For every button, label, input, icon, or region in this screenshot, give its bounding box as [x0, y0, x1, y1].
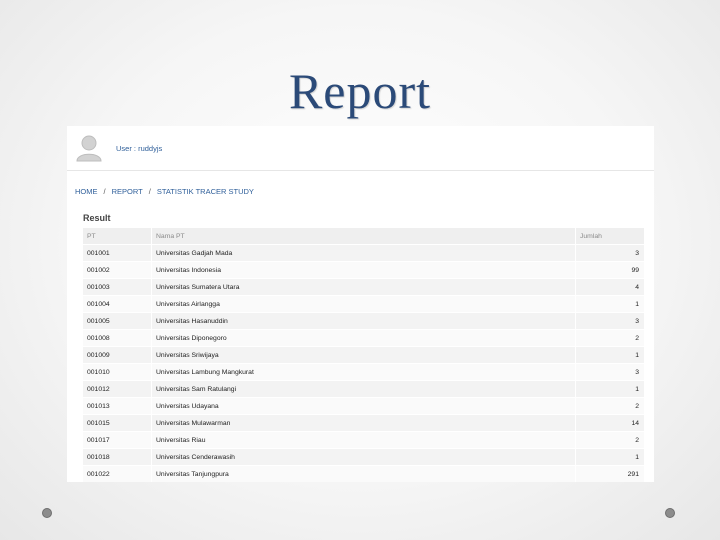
user-avatar-icon [76, 134, 102, 162]
table-row: 001010 Universitas Lambung Mangkurat 3 [83, 363, 645, 381]
column-header-pt: PT [83, 228, 152, 245]
cell-jumlah: 1 [575, 380, 645, 398]
breadcrumb-report[interactable]: REPORT [112, 187, 143, 196]
cell-pt: 001004 [83, 295, 152, 313]
cell-jumlah: 1 [575, 448, 645, 466]
table-row: 001013 Universitas Udayana 2 [83, 397, 645, 415]
cell-jumlah: 1 [575, 295, 645, 313]
cell-pt: 001012 [83, 380, 152, 398]
cell-nama-pt: Universitas Mulawarman [151, 414, 576, 432]
report-screenshot: User : ruddyjs HOME / REPORT / STATISTIK… [67, 126, 654, 482]
cell-nama-pt: Universitas Sriwijaya [151, 346, 576, 364]
cell-pt: 001009 [83, 346, 152, 364]
cell-jumlah: 1 [575, 346, 645, 364]
table-body: 001001 Universitas Gadjah Mada 3 001002 Univ… [83, 244, 645, 482]
breadcrumb: HOME / REPORT / STATISTIK TRACER STUDY [75, 187, 254, 196]
table-header-row: PT Nama PT Jumlah [83, 228, 645, 245]
table-row: 001009 Universitas Sriwijaya 1 [83, 346, 645, 364]
result-table: PT Nama PT Jumlah 001001 Universitas Gadj… [83, 228, 645, 482]
cell-jumlah: 4 [575, 278, 645, 296]
user-label: User : ruddyjs [116, 143, 163, 153]
table-row: 001017 Universitas Riau 2 [83, 431, 645, 449]
table-row: 001001 Universitas Gadjah Mada 3 [83, 244, 645, 262]
cell-pt: 001022 [83, 465, 152, 482]
table-row: 001015 Universitas Mulawarman 14 [83, 414, 645, 432]
cell-pt: 001001 [83, 244, 152, 262]
result-title: Result [83, 213, 111, 223]
cell-pt: 001008 [83, 329, 152, 347]
cell-jumlah: 3 [575, 244, 645, 262]
cell-nama-pt: Universitas Sumatera Utara [151, 278, 576, 296]
bullet-dot [665, 508, 675, 518]
user-bar: User : ruddyjs [76, 133, 162, 163]
breadcrumb-statistik[interactable]: STATISTIK TRACER STUDY [157, 187, 254, 196]
table-row: 001005 Universitas Hasanuddin 3 [83, 312, 645, 330]
cell-pt: 001018 [83, 448, 152, 466]
column-header-jumlah: Jumlah [575, 228, 645, 245]
breadcrumb-home[interactable]: HOME [75, 187, 98, 196]
cell-jumlah: 2 [575, 329, 645, 347]
cell-pt: 001013 [83, 397, 152, 415]
bullet-dot [42, 508, 52, 518]
cell-jumlah: 291 [575, 465, 645, 482]
column-header-nama-pt: Nama PT [151, 228, 576, 245]
cell-nama-pt: Universitas Tanjungpura [151, 465, 576, 482]
breadcrumb-separator: / [148, 187, 151, 196]
table-row: 001002 Universitas Indonesia 99 [83, 261, 645, 279]
cell-nama-pt: Universitas Diponegoro [151, 329, 576, 347]
breadcrumb-separator: / [103, 187, 106, 196]
cell-jumlah: 2 [575, 397, 645, 415]
cell-nama-pt: Universitas Gadjah Mada [151, 244, 576, 262]
cell-pt: 001017 [83, 431, 152, 449]
table-row: 001003 Universitas Sumatera Utara 4 [83, 278, 645, 296]
cell-nama-pt: Universitas Cenderawasih [151, 448, 576, 466]
cell-pt: 001003 [83, 278, 152, 296]
cell-nama-pt: Universitas Hasanuddin [151, 312, 576, 330]
table-row: 001008 Universitas Diponegoro 2 [83, 329, 645, 347]
table-row: 001022 Universitas Tanjungpura 291 [83, 465, 645, 482]
cell-pt: 001015 [83, 414, 152, 432]
cell-jumlah: 3 [575, 312, 645, 330]
slide-title: Report [288, 63, 432, 119]
cell-jumlah: 14 [575, 414, 645, 432]
table-row: 001012 Universitas Sam Ratulangi 1 [83, 380, 645, 398]
cell-pt: 001005 [83, 312, 152, 330]
cell-nama-pt: Universitas Udayana [151, 397, 576, 415]
cell-nama-pt: Universitas Riau [151, 431, 576, 449]
cell-pt: 001010 [83, 363, 152, 381]
table-row: 001004 Universitas Airlangga 1 [83, 295, 645, 313]
cell-jumlah: 3 [575, 363, 645, 381]
table-row: 001018 Universitas Cenderawasih 1 [83, 448, 645, 466]
cell-pt: 001002 [83, 261, 152, 279]
cell-jumlah: 2 [575, 431, 645, 449]
header-divider [67, 170, 654, 171]
cell-jumlah: 99 [575, 261, 645, 279]
cell-nama-pt: Universitas Lambung Mangkurat [151, 363, 576, 381]
cell-nama-pt: Universitas Airlangga [151, 295, 576, 313]
cell-nama-pt: Universitas Indonesia [151, 261, 576, 279]
cell-nama-pt: Universitas Sam Ratulangi [151, 380, 576, 398]
